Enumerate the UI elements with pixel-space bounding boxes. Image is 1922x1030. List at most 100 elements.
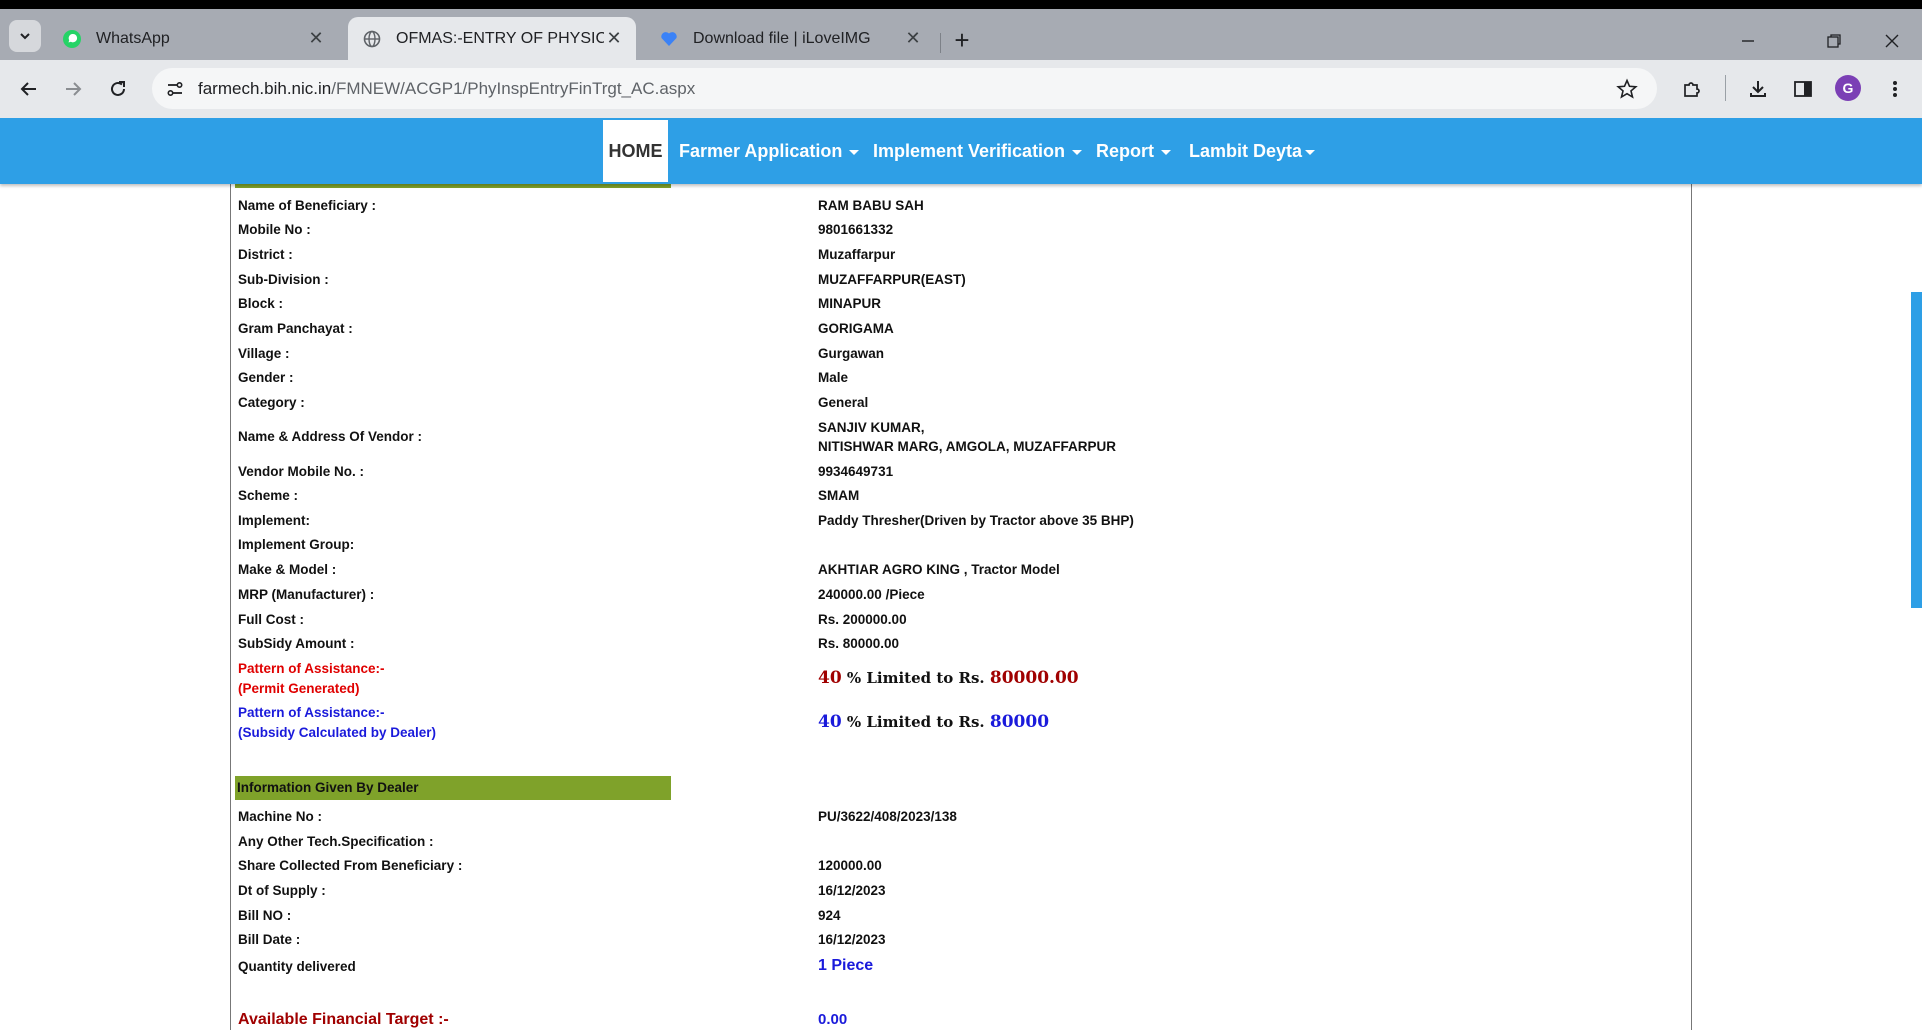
site-info-icon[interactable] [164, 78, 186, 100]
nav-label: Farmer Application [679, 140, 843, 161]
nav-home[interactable]: HOME [603, 120, 668, 182]
field-value: RAM BABU SAH [818, 198, 924, 213]
field-label: Vendor Mobile No. : [238, 464, 365, 479]
field-label: Full Cost : [238, 612, 304, 627]
tab-title: WhatsApp [96, 29, 170, 47]
field-label: Machine No : [238, 809, 323, 824]
field-label: Bill NO : [238, 908, 292, 923]
permit-amount: 80000.00 [989, 668, 1079, 688]
globe-icon [362, 29, 382, 49]
close-icon[interactable]: ✕ [604, 28, 624, 49]
field-value: 16/12/2023 [818, 932, 886, 947]
dealer-amount: 80000 [989, 712, 1050, 732]
financial-target-label: Available Financial Target :- [238, 1011, 449, 1028]
pattern-dealer-sublabel: (Subsidy Calculated by Dealer) [238, 725, 437, 740]
back-arrow-icon[interactable] [14, 74, 44, 104]
field-label: Share Collected From Beneficiary : [238, 858, 463, 873]
field-value: 924 [818, 908, 841, 923]
page-viewport: HOME Farmer Application Implement Verifi… [0, 118, 1922, 1030]
field-label: MRP (Manufacturer) : [238, 587, 375, 602]
field-label: Dt of Supply : [238, 883, 326, 898]
field-label: Bill Date : [238, 932, 301, 947]
pattern-permit-label: Pattern of Assistance:- [238, 661, 385, 676]
field-label: Scheme : [238, 488, 299, 503]
new-tab-plus-icon[interactable]: + [950, 27, 974, 53]
pattern-dealer-label: Pattern of Assistance:- [238, 705, 385, 720]
minimize-icon[interactable] [1734, 27, 1762, 55]
address-bar[interactable]: farmech.bih.nic.in/FMNEW/ACGP1/PhyInspEn… [152, 68, 1657, 109]
url-path: /FMNEW/ACGP1/PhyInspEntryFinTrgt_AC.aspx [331, 79, 696, 98]
nav-label: Report [1096, 140, 1154, 161]
field-label: Category : [238, 395, 305, 410]
field-label: Mobile No : [238, 222, 311, 237]
side-panel-icon[interactable] [1788, 74, 1818, 104]
quantity-label: Quantity delivered [238, 959, 356, 974]
caret-down-icon [1305, 149, 1316, 155]
field-value: 240000.00 /Piece [818, 587, 925, 602]
tab-ofmas[interactable]: OFMAS:-ENTRY OF PHYSICAL INSPECTION ✕ [348, 17, 636, 60]
close-icon[interactable]: ✕ [903, 28, 923, 49]
pattern-dealer-value: 40 % Limited to Rs. 80000 [818, 712, 1049, 732]
nav-label: Lambit Deyta [1189, 140, 1303, 161]
field-value: PU/3622/408/2023/138 [818, 809, 957, 824]
field-value: 9801661332 [818, 222, 894, 237]
download-icon[interactable] [1743, 74, 1773, 104]
iloveimg-icon [659, 29, 679, 49]
url-host: farmech.bih.nic.in [198, 79, 332, 98]
field-label: Name of Beneficiary : [238, 198, 377, 213]
forward-arrow-icon[interactable] [58, 74, 88, 104]
field-value: 16/12/2023 [818, 883, 886, 898]
permit-percent: 40 [818, 668, 842, 688]
restore-icon[interactable] [1820, 27, 1848, 55]
reload-icon[interactable] [103, 74, 133, 104]
field-value: MUZAFFARPUR(EAST) [818, 272, 966, 287]
permit-text: % Limited to Rs. [841, 669, 990, 687]
field-label: Name & Address Of Vendor : [238, 429, 423, 444]
field-label: Make & Model : [238, 562, 337, 577]
close-window-icon[interactable] [1878, 27, 1906, 55]
more-menu-icon[interactable] [1880, 74, 1910, 104]
scrollbar-thumb[interactable] [1911, 292, 1922, 608]
vendor-name-value: SANJIV KUMAR, [818, 420, 925, 435]
main-navbar: HOME Farmer Application Implement Verifi… [0, 118, 1922, 184]
field-label: Any Other Tech.Specification : [238, 834, 434, 849]
field-value: Gurgawan [818, 346, 885, 361]
extensions-icon[interactable] [1677, 74, 1707, 104]
financial-target-value: 0.00 [818, 1011, 848, 1028]
caret-down-icon [849, 149, 860, 155]
nav-implement-verification[interactable]: Implement Verification [873, 118, 1083, 184]
profile-avatar[interactable]: G [1835, 75, 1861, 101]
nav-lambit-deyta[interactable]: Lambit Deyta [1189, 118, 1316, 184]
chevron-down-icon [20, 33, 30, 40]
field-label: Gender : [238, 370, 294, 385]
pattern-permit-sublabel: (Permit Generated) [238, 681, 360, 696]
quantity-value: 1 Piece [818, 957, 874, 974]
field-label: Gram Panchayat : [238, 321, 353, 336]
field-value: Paddy Thresher(Driven by Tractor above 3… [818, 513, 1134, 528]
tab-iloveimg[interactable]: Download file | iLoveIMG ✕ [645, 17, 935, 60]
field-label: Block : [238, 296, 284, 311]
field-value: Rs. 80000.00 [818, 636, 900, 651]
field-label: Sub-Division : [238, 272, 329, 287]
nav-farmer-application[interactable]: Farmer Application [679, 118, 860, 184]
close-icon[interactable]: ✕ [306, 28, 326, 49]
tab-title: Download file | iLoveIMG [693, 29, 871, 47]
field-value: GORIGAMA [818, 321, 894, 336]
window-top-strip [0, 0, 1922, 9]
tab-title: OFMAS:-ENTRY OF PHYSICAL INSPECTION [396, 29, 604, 47]
field-value: Male [818, 370, 849, 385]
browser-toolbar: farmech.bih.nic.in/FMNEW/ACGP1/PhyInspEn… [0, 60, 1922, 118]
field-value: MINAPUR [818, 296, 881, 311]
field-value: 120000.00 [818, 858, 882, 873]
field-label: Implement: [238, 513, 311, 528]
tab-search-button[interactable] [9, 20, 41, 52]
tab-whatsapp[interactable]: WhatsApp ✕ [48, 17, 338, 60]
nav-report[interactable]: Report [1096, 118, 1171, 184]
field-label: Implement Group: [238, 537, 355, 552]
field-value: AKHTIAR AGRO KING , Tractor Model [818, 562, 1060, 577]
caret-down-icon [1072, 149, 1083, 155]
bookmark-star-icon[interactable] [1615, 77, 1639, 101]
field-label: District : [238, 247, 293, 262]
field-value: 9934649731 [818, 464, 894, 479]
tab-bar: WhatsApp ✕ OFMAS:-ENTRY OF PHYSICAL INSP… [0, 9, 1922, 60]
